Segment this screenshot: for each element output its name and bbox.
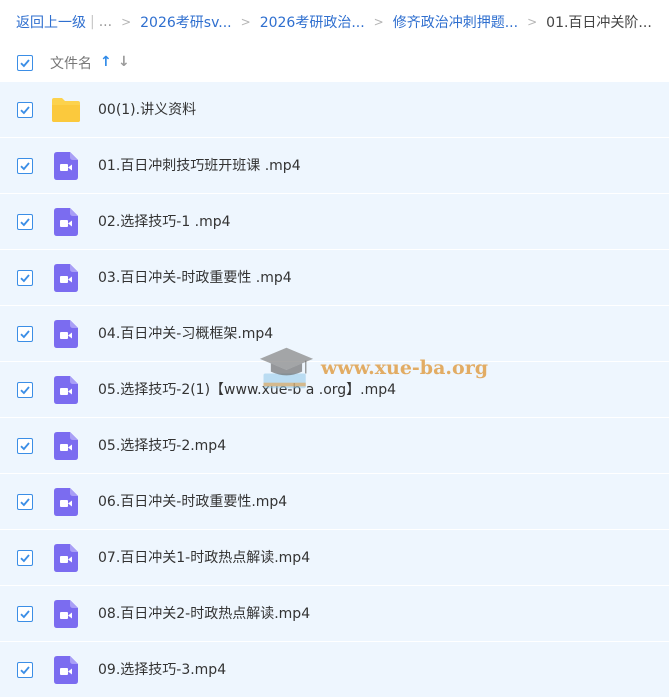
file-row[interactable]: 06.百日冲关-时政重要性.mp4	[0, 474, 669, 530]
checkbox-check-icon	[20, 106, 30, 115]
breadcrumb-separator: >	[121, 15, 132, 29]
file-row[interactable]: 03.百日冲关-时政重要性 .mp4	[0, 250, 669, 306]
checkbox-check-icon	[20, 274, 30, 283]
row-checkbox[interactable]	[17, 550, 33, 566]
back-link[interactable]: 返回上一级	[16, 12, 86, 32]
checkbox-check-icon	[20, 666, 30, 675]
column-header-filename[interactable]: 文件名	[50, 53, 92, 73]
breadcrumb-separator: >	[527, 15, 538, 29]
video-file-icon	[51, 655, 81, 685]
file-name[interactable]: 02.选择技巧-1 .mp4	[98, 211, 231, 231]
file-row[interactable]: 01.百日冲刺技巧班开班课 .mp4	[0, 138, 669, 194]
row-checkbox[interactable]	[17, 382, 33, 398]
breadcrumb-item-1[interactable]: 2026考研sv...	[140, 12, 231, 32]
checkbox-check-icon	[20, 59, 30, 68]
file-row[interactable]: 02.选择技巧-1 .mp4	[0, 194, 669, 250]
checkbox-check-icon	[20, 498, 30, 507]
file-list-header: 文件名 ↑ ↓	[0, 44, 669, 82]
row-checkbox[interactable]	[17, 494, 33, 510]
file-row[interactable]: 00(1).讲义资料	[0, 82, 669, 138]
file-row[interactable]: 05.选择技巧-2.mp4	[0, 418, 669, 474]
breadcrumb-current: 01.百日冲关阶...	[546, 15, 652, 31]
file-row[interactable]: 09.选择技巧-3.mp4	[0, 642, 669, 698]
file-name[interactable]: 00(1).讲义资料	[98, 99, 196, 119]
checkbox-check-icon	[20, 386, 30, 395]
watermark-text: www.xue-ba.org	[320, 357, 488, 379]
video-file-icon	[51, 151, 81, 181]
row-checkbox[interactable]	[17, 662, 33, 678]
file-name[interactable]: 07.百日冲关1-时政热点解读.mp4	[98, 547, 310, 567]
breadcrumb-pipe: |	[90, 14, 95, 30]
file-name[interactable]: 03.百日冲关-时政重要性 .mp4	[98, 267, 292, 287]
row-checkbox[interactable]	[17, 102, 33, 118]
file-row[interactable]: 08.百日冲关2-时政热点解读.mp4	[0, 586, 669, 642]
row-checkbox[interactable]	[17, 326, 33, 342]
video-file-icon	[51, 487, 81, 517]
video-file-icon	[51, 431, 81, 461]
checkbox-check-icon	[20, 610, 30, 619]
video-file-icon	[51, 207, 81, 237]
sort-ascending-icon[interactable]: ↑	[100, 54, 112, 70]
row-checkbox[interactable]	[17, 214, 33, 230]
checkbox-check-icon	[20, 442, 30, 451]
file-name[interactable]: 08.百日冲关2-时政热点解读.mp4	[98, 603, 310, 623]
row-checkbox[interactable]	[17, 438, 33, 454]
checkbox-check-icon	[20, 218, 30, 227]
row-checkbox[interactable]	[17, 270, 33, 286]
file-name[interactable]: 01.百日冲刺技巧班开班课 .mp4	[98, 155, 301, 175]
row-checkbox[interactable]	[17, 606, 33, 622]
file-row[interactable]: 07.百日冲关1-时政热点解读.mp4	[0, 530, 669, 586]
checkbox-check-icon	[20, 330, 30, 339]
video-file-icon	[51, 375, 81, 405]
checkbox-check-icon	[20, 554, 30, 563]
video-file-icon	[51, 599, 81, 629]
file-name[interactable]: 09.选择技巧-3.mp4	[98, 659, 226, 679]
select-all-checkbox[interactable]	[17, 55, 33, 71]
video-file-icon	[51, 263, 81, 293]
file-name[interactable]: 06.百日冲关-时政重要性.mp4	[98, 491, 287, 511]
file-name[interactable]: 05.选择技巧-2.mp4	[98, 435, 226, 455]
watermark: www.xue-ba.org	[258, 338, 488, 398]
breadcrumb-separator: >	[373, 15, 384, 29]
checkbox-check-icon	[20, 162, 30, 171]
video-file-icon	[51, 543, 81, 573]
graduation-cap-icon	[259, 347, 314, 389]
breadcrumb-item-2[interactable]: 2026考研政治...	[260, 12, 365, 32]
sort-descending-icon[interactable]: ↓	[118, 54, 130, 70]
breadcrumb-separator: >	[240, 15, 251, 29]
row-checkbox[interactable]	[17, 158, 33, 174]
breadcrumb-ellipsis[interactable]: ...	[99, 14, 112, 30]
file-name[interactable]: 04.百日冲关-习概框架.mp4	[98, 323, 273, 343]
video-file-icon	[51, 319, 81, 349]
folder-icon	[51, 95, 81, 125]
breadcrumb-item-3[interactable]: 修齐政治冲刺押题...	[393, 12, 518, 32]
breadcrumb: 返回上一级 | ... > 2026考研sv... > 2026考研政治... …	[0, 0, 669, 44]
